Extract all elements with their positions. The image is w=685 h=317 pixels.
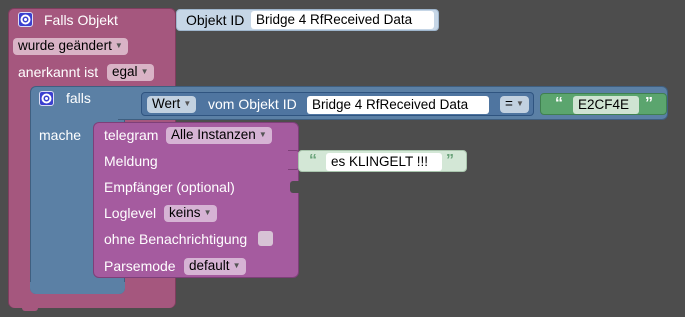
dropdown-caret-icon: ▼ (114, 41, 123, 50)
object-id-field[interactable]: Bridge 4 RfReceived Data (251, 11, 434, 29)
message-label: Meldung (104, 153, 158, 169)
operator-dropdown[interactable]: = ▼ (500, 96, 529, 113)
if-falls-label: falls (66, 90, 91, 106)
if-mache-label: mache (39, 127, 82, 143)
quote-close-icon: ” (446, 152, 454, 169)
dropdown-caret-icon: ▼ (203, 208, 212, 217)
parsemode-dropdown[interactable]: default ▼ (184, 258, 246, 275)
condition-object-id-field[interactable]: Bridge 4 RfReceived Data (307, 96, 489, 114)
instance-dropdown[interactable]: Alle Instanzen ▼ (166, 127, 272, 144)
value-dropdown-value: Wert (152, 96, 181, 111)
ack-dropdown[interactable]: egal ▼ (107, 64, 154, 81)
quote-open-icon: “ (309, 152, 317, 169)
silent-label: ohne Benachrichtigung (104, 231, 248, 247)
dropdown-caret-icon: ▼ (258, 130, 267, 139)
dropdown-caret-icon: ▼ (232, 261, 241, 270)
operator-dropdown-value: = (505, 96, 513, 111)
value-dropdown[interactable]: Wert ▼ (147, 96, 197, 113)
ack-label: anerkannt ist (18, 64, 99, 80)
quote-close-icon: ” (645, 95, 653, 112)
message-text-field[interactable]: es KLINGELT !!! (326, 153, 442, 171)
quote-open-icon: “ (555, 95, 563, 112)
telegram-label: telegram (104, 127, 159, 143)
loglevel-dropdown-value: keins (169, 205, 201, 220)
trigger-title: Falls Objekt (44, 12, 118, 28)
change-dropdown[interactable]: wurde geändert ▼ (13, 38, 128, 55)
trigger-next-tab (22, 306, 38, 311)
loglevel-label: Loglevel (104, 205, 157, 221)
parsemode-label: Parsemode (104, 258, 176, 274)
parsemode-dropdown-value: default (189, 258, 230, 273)
loglevel-dropdown[interactable]: keins ▼ (164, 205, 217, 222)
gear-icon[interactable] (39, 91, 54, 106)
silent-checkbox[interactable] (258, 231, 273, 246)
ack-dropdown-value: egal (112, 64, 138, 79)
if-block-footer (30, 282, 125, 294)
dropdown-caret-icon: ▼ (515, 99, 524, 108)
telegram-block[interactable] (93, 122, 299, 278)
compare-text-field[interactable]: E2CF4E (573, 96, 639, 114)
recipient-socket[interactable] (290, 181, 299, 193)
recipient-label: Empfänger (optional) (104, 179, 235, 195)
change-dropdown-value: wurde geändert (18, 38, 112, 53)
gear-icon[interactable] (18, 12, 33, 27)
object-id-label: Objekt ID (186, 12, 245, 28)
instance-dropdown-value: Alle Instanzen (171, 127, 256, 142)
from-object-label: vom Objekt ID (208, 96, 297, 112)
dropdown-caret-icon: ▼ (140, 67, 149, 76)
dropdown-caret-icon: ▼ (183, 99, 192, 108)
